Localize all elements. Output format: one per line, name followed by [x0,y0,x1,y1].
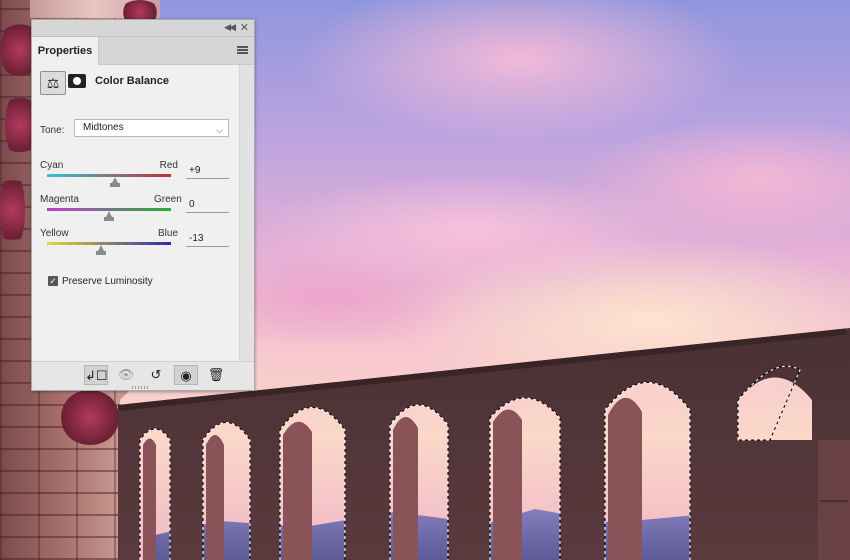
slider-thumb[interactable] [104,211,114,221]
slider-value-field[interactable]: -13 [186,233,229,247]
preserve-luminosity-option[interactable]: ✓ Preserve Luminosity [48,276,153,287]
preserve-luminosity-label: Preserve Luminosity [62,276,153,287]
properties-panel: ◀◀ ✕ Properties ⚖ Color Balance Tone: Mi… [31,19,255,391]
slider-thumb[interactable] [95,245,106,255]
cyan-red-slider: Cyan Red +9 [40,160,230,194]
reset-icon[interactable]: ↺ [144,365,168,385]
slider-right-label: Green [154,194,182,205]
adjustment-title: Color Balance [95,75,169,87]
slider-value-field[interactable]: 0 [186,199,229,213]
tone-selected-value: Midtones [83,122,124,133]
slider-right-label: Blue [157,228,178,239]
layer-mask-icon[interactable] [68,74,86,88]
slider-left-label: Magenta [40,194,79,205]
slider-left-label: Cyan [40,160,64,171]
panel-content: ⚖ Color Balance Tone: Midtones ⌵ Cyan Re… [32,65,254,372]
tone-dropdown[interactable]: Midtones ⌵ [74,119,229,137]
slider-thumb[interactable] [109,177,120,187]
slider-value-field[interactable]: +9 [186,165,229,179]
trash-icon[interactable]: 🗑 [204,365,228,385]
preserve-luminosity-checkbox[interactable]: ✓ [48,276,58,287]
panel-menu-icon[interactable] [237,46,248,54]
panel-titlebar[interactable]: ◀◀ ✕ [32,20,254,37]
clip-to-layer-icon[interactable]: ↲☐ [84,365,108,385]
yellow-blue-slider: Yellow Blue -13 [40,228,230,262]
resize-grip[interactable] [132,386,150,389]
magenta-green-slider: Magenta Green 0 [40,194,230,228]
close-panel-icon[interactable]: ✕ [240,21,249,34]
panel-bottom-toolbar: ↲☐ 👁 ↺ ◉ 🗑 [32,361,254,390]
panel-scrollbar[interactable] [239,65,254,372]
chevron-down-icon: ⌵ [216,125,223,135]
color-balance-icon[interactable]: ⚖ [40,71,66,95]
slider-track[interactable] [47,242,171,245]
slider-right-label: Red [159,160,178,171]
tone-label: Tone: [40,125,65,136]
slider-left-label: Yellow [40,228,69,239]
panel-tab-row: Properties [32,37,254,65]
tab-properties[interactable]: Properties [32,37,99,65]
collapse-panel-icon[interactable]: ◀◀ [224,22,236,33]
view-previous-state-icon[interactable]: 👁 [114,365,138,385]
visibility-eye-icon[interactable]: ◉ [174,365,198,385]
